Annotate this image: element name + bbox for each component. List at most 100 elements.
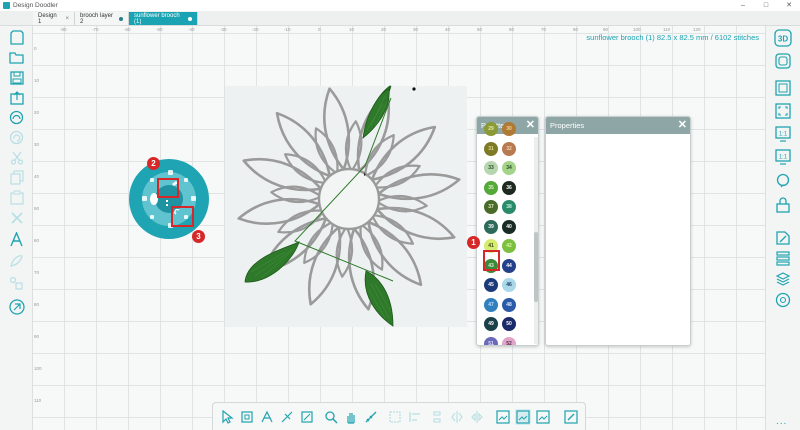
app-logo-icon [3,2,10,9]
group-icon[interactable] [387,409,403,425]
highlight-box-2 [157,178,179,198]
palette-swatch[interactable]: 29 [484,122,498,136]
palette-swatch[interactable]: 35 [484,180,498,195]
palette-swatch[interactable]: 42 [502,239,516,253]
palettes-close-icon[interactable]: ✕ [526,118,535,131]
distribute-icon[interactable] [429,409,445,425]
zoom-1-1-icon[interactable]: 1:1 [774,125,792,143]
hoop-icon[interactable] [495,409,511,425]
palette-swatch[interactable]: 49 [484,317,498,331]
save-icon[interactable] [8,69,25,86]
bottom-toolbar [212,402,586,430]
export-icon[interactable] [8,89,25,106]
right-toolbar: 3D 1:1 1:1 ... [765,26,800,430]
background-icon[interactable] [515,409,531,425]
tab-design-1[interactable]: Design 1 × [33,12,75,25]
pan-icon[interactable] [343,409,359,425]
node-edit-icon[interactable] [259,409,275,425]
callout-badge-1: 1 [467,236,480,249]
box-select-icon[interactable] [239,409,255,425]
highlight-box-3 [171,206,194,227]
trace-icon[interactable] [299,409,315,425]
objects-icon[interactable] [774,270,792,288]
palette-swatch[interactable]: 48 [502,297,516,312]
palette-swatch[interactable]: 51 [484,336,498,345]
cut-icon[interactable] [8,149,25,166]
settings-icon[interactable] [774,291,792,309]
stitch-settings-icon[interactable] [8,298,25,315]
palette-swatch[interactable]: 37 [484,200,498,214]
maximize-button[interactable]: □ [756,0,776,11]
design-canvas[interactable]: -80 -70 -60 -50 -40 -30 -20 -10 0 10 20 … [33,26,765,430]
palette-swatch[interactable]: 40 [502,219,516,234]
properties-panel: Properties ✕ [545,116,691,346]
measure-icon[interactable] [363,409,379,425]
auto-digitize-icon[interactable] [8,275,25,292]
zoom-1-1-alt-icon[interactable]: 1:1 [774,148,792,166]
mirror-icon[interactable] [449,409,465,425]
align-icon[interactable] [407,409,423,425]
open-folder-icon[interactable] [8,49,25,66]
paste-icon[interactable] [8,189,25,206]
highlight-box-1 [483,250,500,271]
layers-icon[interactable] [774,249,792,267]
window-title: Design Doodler [13,2,58,9]
properties-title: Properties [550,121,585,130]
tab-label: Design 1 [38,12,57,25]
callout-badge-2: 2 [147,157,160,170]
radial-stitch-menu[interactable] [128,158,210,240]
knife-icon[interactable] [279,409,295,425]
left-toolbar [0,26,33,430]
palettes-scrollbar[interactable] [534,137,538,344]
palette-swatch[interactable]: 38 [502,200,516,214]
flip-icon[interactable] [469,409,485,425]
palette-swatch[interactable]: 46 [502,278,516,292]
tab-brooch-layer-2[interactable]: brooch layer 2 [75,12,129,25]
palette-swatch[interactable]: 36 [502,180,516,195]
zoom-fit-icon[interactable] [774,102,792,120]
palette-swatch[interactable]: 34 [502,161,516,175]
palette-swatch[interactable]: 33 [484,161,498,175]
new-file-icon[interactable] [8,29,25,46]
tab-close-icon[interactable]: × [65,16,69,22]
help-icon[interactable] [774,172,792,190]
select-icon[interactable] [219,409,235,425]
palette-swatch[interactable]: 44 [502,258,516,273]
grid-icon[interactable] [535,409,551,425]
hoop-view-icon[interactable] [774,79,792,97]
copy-icon[interactable] [8,169,25,186]
tab-sunflower-brooch[interactable]: sunflower brooch (1) [129,12,198,25]
draw-icon[interactable] [563,409,579,425]
app-window: Design Doodler – □ ✕ Design 1 × brooch l… [0,0,800,430]
undo-icon[interactable] [8,129,25,146]
zoom-icon[interactable] [323,409,339,425]
color-sort-icon[interactable] [774,229,792,247]
import-icon[interactable] [8,109,25,126]
realistic-view-icon[interactable] [774,52,792,70]
palette-swatch[interactable]: 52 [502,336,516,345]
palette-swatch[interactable]: 50 [502,317,516,331]
text-tool-icon[interactable] [8,231,25,248]
more-options-button[interactable]: ... [776,416,787,427]
callout-badge-3: 3 [192,230,205,243]
palette-swatch[interactable]: 47 [484,297,498,312]
tab-label: sunflower brooch (1) [134,12,180,25]
minimize-button[interactable]: – [733,0,753,11]
close-window-button[interactable]: ✕ [779,0,799,11]
palette-swatch[interactable]: 39 [484,219,498,234]
unsaved-dot-icon [188,16,192,21]
3d-view-icon[interactable]: 3D [774,29,792,47]
lock-icon[interactable] [774,196,792,214]
palette-swatch[interactable]: 31 [484,141,498,156]
shape-tool-icon[interactable] [8,253,25,270]
title-bar: Design Doodler – □ ✕ [0,0,800,11]
palette-swatch[interactable]: 45 [484,278,498,292]
svg-text:1:1: 1:1 [779,132,788,138]
scrollbar-thumb[interactable] [534,232,538,302]
palette-swatch[interactable]: 30 [502,122,516,136]
svg-text:1:1: 1:1 [779,155,788,161]
properties-close-icon[interactable]: ✕ [678,118,687,131]
delete-icon[interactable] [8,209,25,226]
palette-swatch[interactable]: 32 [502,141,516,156]
selection-handle [412,87,416,91]
